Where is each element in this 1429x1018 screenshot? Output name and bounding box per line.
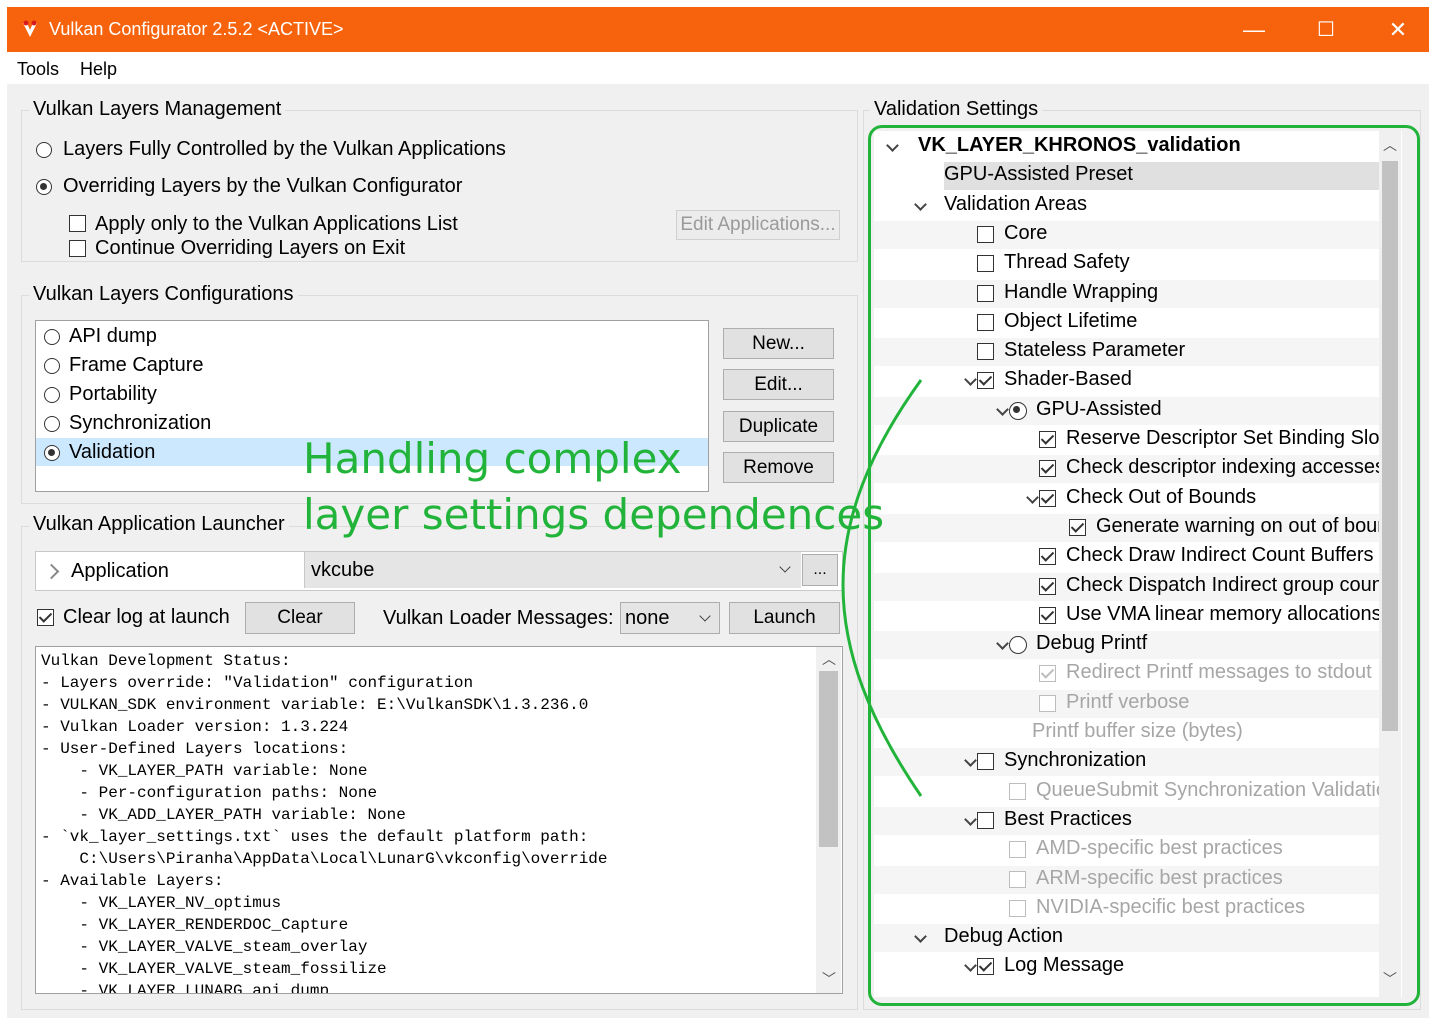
window-title: Vulkan Configurator 2.5.2 <ACTIVE> <box>49 19 344 39</box>
maximize-button[interactable]: ☐ <box>1291 7 1361 52</box>
vulkan-app-icon <box>23 20 37 37</box>
minimize-button[interactable]: — <box>1219 7 1289 52</box>
annotation-bracket <box>841 379 923 797</box>
close-button[interactable]: ✕ <box>1363 7 1429 52</box>
menu-help[interactable]: Help <box>80 59 117 80</box>
title-bar: Vulkan Configurator 2.5.2 <ACTIVE> — ☐ ✕ <box>7 7 1429 52</box>
menu-tools[interactable]: Tools <box>17 59 59 80</box>
client-area: Vulkan Layers Management Layers Fully Co… <box>7 84 1429 1018</box>
menu-bar: Tools Help <box>7 52 1429 84</box>
